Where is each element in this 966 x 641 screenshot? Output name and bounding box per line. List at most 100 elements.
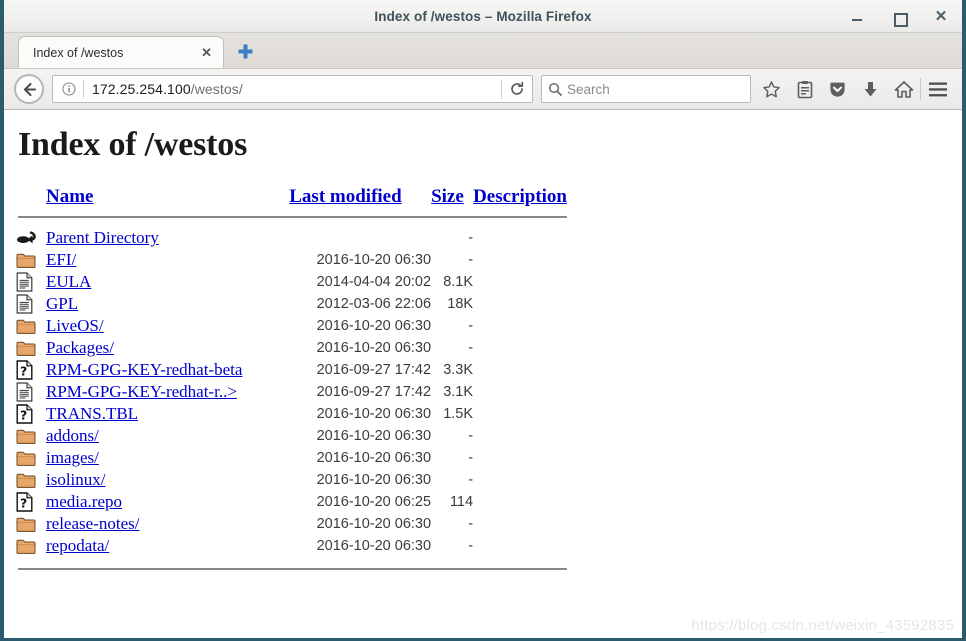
folder-icon (16, 473, 36, 488)
file-link[interactable]: EFI/ (46, 250, 76, 269)
unknown-file-icon: ? (16, 360, 33, 380)
row-date-cell: 2016-10-20 06:25 (316, 494, 432, 510)
header-last-modified[interactable]: Last modified (289, 186, 431, 212)
row-description-cell (473, 513, 567, 535)
tab-close-icon[interactable]: ✕ (198, 45, 215, 61)
row-size-cell: 1.5K (443, 406, 474, 422)
header-name[interactable]: Name (46, 186, 289, 212)
minimize-button[interactable] (850, 10, 864, 24)
folder-icon (16, 517, 36, 532)
header-size[interactable]: Size (431, 186, 473, 212)
browser-window: Index of /westos – Mozilla Firefox ✕ Ind… (0, 0, 966, 641)
row-icon-cell: ? (16, 359, 46, 381)
row-size-cell: - (468, 428, 474, 444)
table-row: GPL 2012-03-06 22:06 18K (16, 293, 567, 315)
row-size-cell: - (468, 340, 474, 356)
file-link[interactable]: isolinux/ (46, 470, 106, 489)
row-date-cell: 2016-10-20 06:30 (316, 428, 432, 444)
search-input[interactable] (567, 81, 744, 97)
url-separator (83, 80, 84, 98)
footer-divider (18, 568, 567, 570)
pocket-button[interactable] (821, 74, 854, 104)
folder-icon (16, 451, 36, 466)
row-description-cell (473, 469, 567, 491)
row-name-cell: images/ (46, 447, 289, 469)
file-link[interactable]: EULA (46, 272, 91, 291)
search-bar[interactable] (541, 75, 751, 103)
parent-directory-icon (17, 231, 36, 244)
row-size-cell: 3.3K (443, 362, 474, 378)
row-name-cell: EFI/ (46, 249, 289, 271)
row-icon-cell: ? (16, 403, 46, 425)
row-name-cell: EULA (46, 271, 289, 293)
row-description-cell (473, 491, 567, 513)
reload-icon (511, 81, 524, 95)
folder-icon (16, 319, 36, 334)
reload-button[interactable] (502, 76, 532, 102)
row-name-cell: GPL (46, 293, 289, 315)
library-button[interactable] (788, 74, 821, 104)
row-description-cell (473, 271, 567, 293)
row-date-cell (289, 227, 431, 249)
toolbar-buttons (755, 74, 954, 104)
new-tab-button[interactable] (230, 36, 260, 66)
row-size-cell: 8.1K (443, 274, 474, 290)
row-name-cell: RPM-GPG-KEY-redhat-beta (46, 359, 289, 381)
row-size-cell: 114 (449, 494, 474, 510)
row-icon-cell (16, 381, 46, 403)
site-info-icon[interactable] (59, 79, 79, 99)
svg-text:?: ? (20, 407, 27, 422)
row-icon-cell (16, 447, 46, 469)
table-row: LiveOS/2016-10-20 06:30 - (16, 315, 567, 337)
row-date-cell: 2014-04-04 20:02 (316, 274, 432, 290)
file-link[interactable]: Packages/ (46, 338, 114, 357)
file-link[interactable]: repodata/ (46, 536, 109, 555)
row-description-cell (473, 337, 567, 359)
home-button[interactable] (887, 74, 920, 104)
file-link[interactable]: addons/ (46, 426, 99, 445)
row-icon-cell (16, 249, 46, 271)
close-button[interactable]: ✕ (934, 9, 948, 24)
file-link[interactable]: TRANS.TBL (46, 404, 138, 423)
url-bar[interactable]: 172.25.254.100/westos/ (52, 75, 533, 103)
row-date-cell: 2016-10-20 06:30 (316, 406, 432, 422)
row-icon-cell (16, 293, 46, 315)
bookmark-star-button[interactable] (755, 74, 788, 104)
maximize-button[interactable] (892, 10, 908, 27)
table-row: images/2016-10-20 06:30 - (16, 447, 567, 469)
tab-strip: Index of /westos ✕ (4, 33, 962, 69)
row-name-cell: isolinux/ (46, 469, 289, 491)
file-link[interactable]: LiveOS/ (46, 316, 104, 335)
row-description-cell (473, 293, 567, 315)
back-button[interactable] (14, 74, 44, 104)
row-description-cell (473, 535, 567, 557)
table-row: EULA 2014-04-04 20:02 8.1K (16, 271, 567, 293)
row-size-cell: - (468, 318, 474, 334)
file-link[interactable]: images/ (46, 448, 99, 467)
table-row: addons/2016-10-20 06:30 - (16, 425, 567, 447)
header-rule-row (16, 212, 567, 227)
title-bar: Index of /westos – Mozilla Firefox ✕ (4, 0, 962, 33)
back-arrow-icon (23, 82, 36, 96)
file-link[interactable]: Parent Directory (46, 228, 159, 247)
home-icon (894, 80, 913, 98)
file-link[interactable]: media.repo (46, 492, 122, 511)
file-link[interactable]: RPM-GPG-KEY-redhat-beta (46, 360, 242, 379)
file-link[interactable]: release-notes/ (46, 514, 139, 533)
row-size-cell: - (468, 472, 474, 488)
menu-button[interactable] (921, 74, 954, 104)
row-date-cell: 2016-10-20 06:30 (316, 450, 432, 466)
header-description[interactable]: Description (473, 186, 567, 212)
row-date-cell: 2016-10-20 06:30 (316, 472, 432, 488)
table-footer (16, 557, 567, 571)
footer-rule-row (16, 557, 567, 571)
table-row: ? TRANS.TBL 2016-10-20 06:30 1.5K (16, 403, 567, 425)
downloads-button[interactable] (854, 74, 887, 104)
row-description-cell (473, 447, 567, 469)
row-date-cell: 2016-10-20 06:30 (316, 340, 432, 356)
row-date-cell: 2016-10-20 06:30 (316, 252, 432, 268)
header-divider (18, 216, 567, 218)
browser-tab[interactable]: Index of /westos ✕ (18, 36, 224, 68)
file-link[interactable]: RPM-GPG-KEY-redhat-r..> (46, 382, 237, 401)
file-link[interactable]: GPL (46, 294, 78, 313)
